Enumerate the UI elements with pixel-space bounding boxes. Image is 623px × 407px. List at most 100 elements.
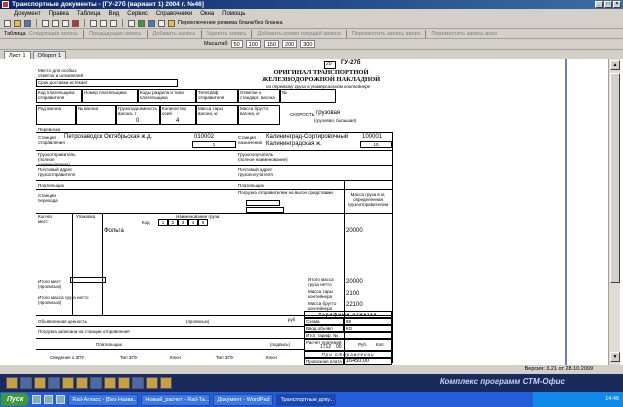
mass-net[interactable]: 20000: [346, 279, 363, 285]
next-record-button[interactable]: Следующая запись: [29, 31, 79, 37]
arrival-station-code[interactable]: 100001: [362, 134, 382, 140]
scheme-value[interactable]: 88: [344, 318, 392, 325]
car-number-cell[interactable]: № вагона: [76, 105, 116, 125]
tare-value[interactable]: 2100: [346, 291, 359, 297]
task-new-calc[interactable]: Новый_расчет - Rail-Та...: [141, 393, 211, 406]
launcher-icon[interactable]: [104, 377, 116, 389]
kop-value[interactable]: 00: [336, 344, 342, 350]
delete-icon[interactable]: [72, 19, 79, 27]
export-icon[interactable]: [148, 19, 155, 27]
launcher-icon[interactable]: [132, 377, 144, 389]
prev-record-button[interactable]: Предыдущая запись: [89, 31, 141, 37]
ie-icon[interactable]: [32, 395, 42, 404]
scroll-down-icon[interactable]: ▼: [610, 352, 620, 362]
save-icon[interactable]: [24, 19, 31, 27]
launcher-icon[interactable]: [76, 377, 88, 389]
menu-service[interactable]: Сервис: [127, 11, 148, 17]
mode-toggle-button[interactable]: Переключение режима бланк/без бланка: [178, 20, 283, 26]
departure-code-2[interactable]: 1: [192, 141, 236, 148]
tare-mass-cell[interactable]: Масса тары вагона, кг: [196, 105, 238, 125]
close-button[interactable]: ×: [613, 1, 621, 8]
code-digit-1[interactable]: 1: [158, 219, 168, 226]
delivery-term-field[interactable]: Срок доставки истекает: [36, 79, 178, 87]
tab-sheet-1[interactable]: Лист 1: [4, 51, 31, 59]
redo-icon[interactable]: [100, 19, 107, 27]
fare-value[interactable]: 16450,00: [344, 358, 392, 365]
code-digit-5[interactable]: 5: [198, 219, 208, 226]
code-digit-4[interactable]: 4: [188, 219, 198, 226]
launcher-icon[interactable]: [34, 377, 46, 389]
payer-code-cell[interactable]: Код плательщика отправителя: [36, 89, 82, 103]
calc-icon[interactable]: [158, 19, 165, 27]
scroll-up-icon[interactable]: ▲: [610, 60, 620, 70]
code-digit-2[interactable]: 2: [168, 219, 178, 226]
total-places-field[interactable]: [70, 277, 106, 283]
menu-table[interactable]: Таблица: [77, 11, 101, 17]
paste-icon[interactable]: [62, 19, 69, 27]
payer-type-cell[interactable]: Коды раздела и типа плательщика: [138, 89, 196, 103]
desktop-icon[interactable]: [44, 395, 54, 404]
new-document-icon[interactable]: [4, 19, 11, 27]
task-rail-atlas[interactable]: Rail-Агласс - [Без Назва...: [68, 393, 139, 406]
launcher-icon[interactable]: [62, 377, 74, 389]
loading-option-1[interactable]: [246, 200, 280, 206]
launcher-icon[interactable]: [118, 377, 130, 389]
menu-view[interactable]: Вид: [108, 11, 119, 17]
copy-record-button[interactable]: Добавить копию текущей записи: [257, 31, 340, 37]
task-transport-docs[interactable]: Транспортные доку...: [276, 393, 337, 406]
minimize-button[interactable]: _: [595, 1, 603, 8]
menu-edit[interactable]: Правка: [49, 11, 69, 17]
cut-icon[interactable]: [42, 19, 49, 27]
maximize-button[interactable]: □: [604, 1, 612, 8]
gross-value[interactable]: 22100: [346, 302, 363, 308]
arrival-station[interactable]: Калининград-Сортировочный Калининградска…: [266, 134, 362, 148]
launcher-icon[interactable]: [6, 377, 18, 389]
menu-references[interactable]: Справочники: [156, 11, 192, 17]
open-folder-icon[interactable]: [14, 19, 21, 27]
gross-mass-cell[interactable]: Масса брутто вагона, кг: [238, 105, 280, 125]
departure-station-code[interactable]: 010002: [194, 134, 214, 140]
arrival-code-2[interactable]: 10: [360, 141, 392, 148]
undo-icon[interactable]: [90, 19, 97, 27]
tab-reverse-1[interactable]: Оборот 1: [32, 51, 67, 59]
move-down-button[interactable]: Переместить запись вниз: [431, 31, 497, 37]
launcher-icon[interactable]: [90, 377, 102, 389]
menu-windows[interactable]: Окна: [200, 11, 214, 17]
menu-help[interactable]: Помощь: [222, 11, 245, 17]
scroll-thumb[interactable]: [610, 73, 620, 283]
preview-icon[interactable]: [138, 19, 145, 27]
speed-value[interactable]: грузовая: [316, 110, 340, 116]
delete-record-button[interactable]: Удалить запись: [207, 31, 247, 37]
launcher-icon[interactable]: [146, 377, 158, 389]
payer-number-cell[interactable]: Номер плательщика: [82, 89, 138, 103]
car-type-cell[interactable]: Род вагона: [36, 105, 76, 125]
sender-telegraph-cell[interactable]: Телеграф отправителя: [196, 89, 238, 103]
cargo-name[interactable]: Фольга: [104, 228, 124, 234]
waybill-number-cell[interactable]: №: [280, 89, 336, 103]
departure-station[interactable]: Петрозаводск Октябрьская ж.д.: [64, 134, 190, 141]
cargo-mass[interactable]: 20000: [346, 228, 363, 234]
zoom-option-100[interactable]: 100: [245, 40, 261, 48]
start-button[interactable]: Пуск: [1, 393, 30, 406]
launcher-icon[interactable]: [48, 377, 60, 389]
zoom-option-50[interactable]: 50: [230, 40, 243, 48]
zoom-option-300[interactable]: 300: [300, 40, 316, 48]
launcher-icon[interactable]: [20, 377, 32, 389]
zoom-option-200[interactable]: 200: [282, 40, 298, 48]
media-icon[interactable]: [56, 395, 66, 404]
add-record-button[interactable]: Добавить запись: [153, 31, 196, 37]
find-icon[interactable]: [110, 19, 117, 27]
zoom-option-150[interactable]: 150: [263, 40, 280, 48]
print-icon[interactable]: [128, 19, 135, 27]
distance-value[interactable]: КО: [344, 325, 392, 332]
code-digit-3[interactable]: 3: [178, 219, 188, 226]
task-wordpad[interactable]: Документ - WordPad: [213, 393, 274, 406]
mode-toggle-icon[interactable]: [168, 19, 175, 27]
copy-icon[interactable]: [52, 19, 59, 27]
launcher-icon[interactable]: [160, 377, 172, 389]
car-standard-cell[interactable]: Отметки о стандарт. вагона: [238, 89, 280, 103]
vertical-scrollbar[interactable]: ▲ ▼: [608, 59, 620, 365]
calc-value[interactable]: 1712: [320, 344, 331, 350]
move-up-button[interactable]: Переместить запись вверх: [352, 31, 421, 37]
menu-document[interactable]: Документ: [14, 11, 41, 17]
